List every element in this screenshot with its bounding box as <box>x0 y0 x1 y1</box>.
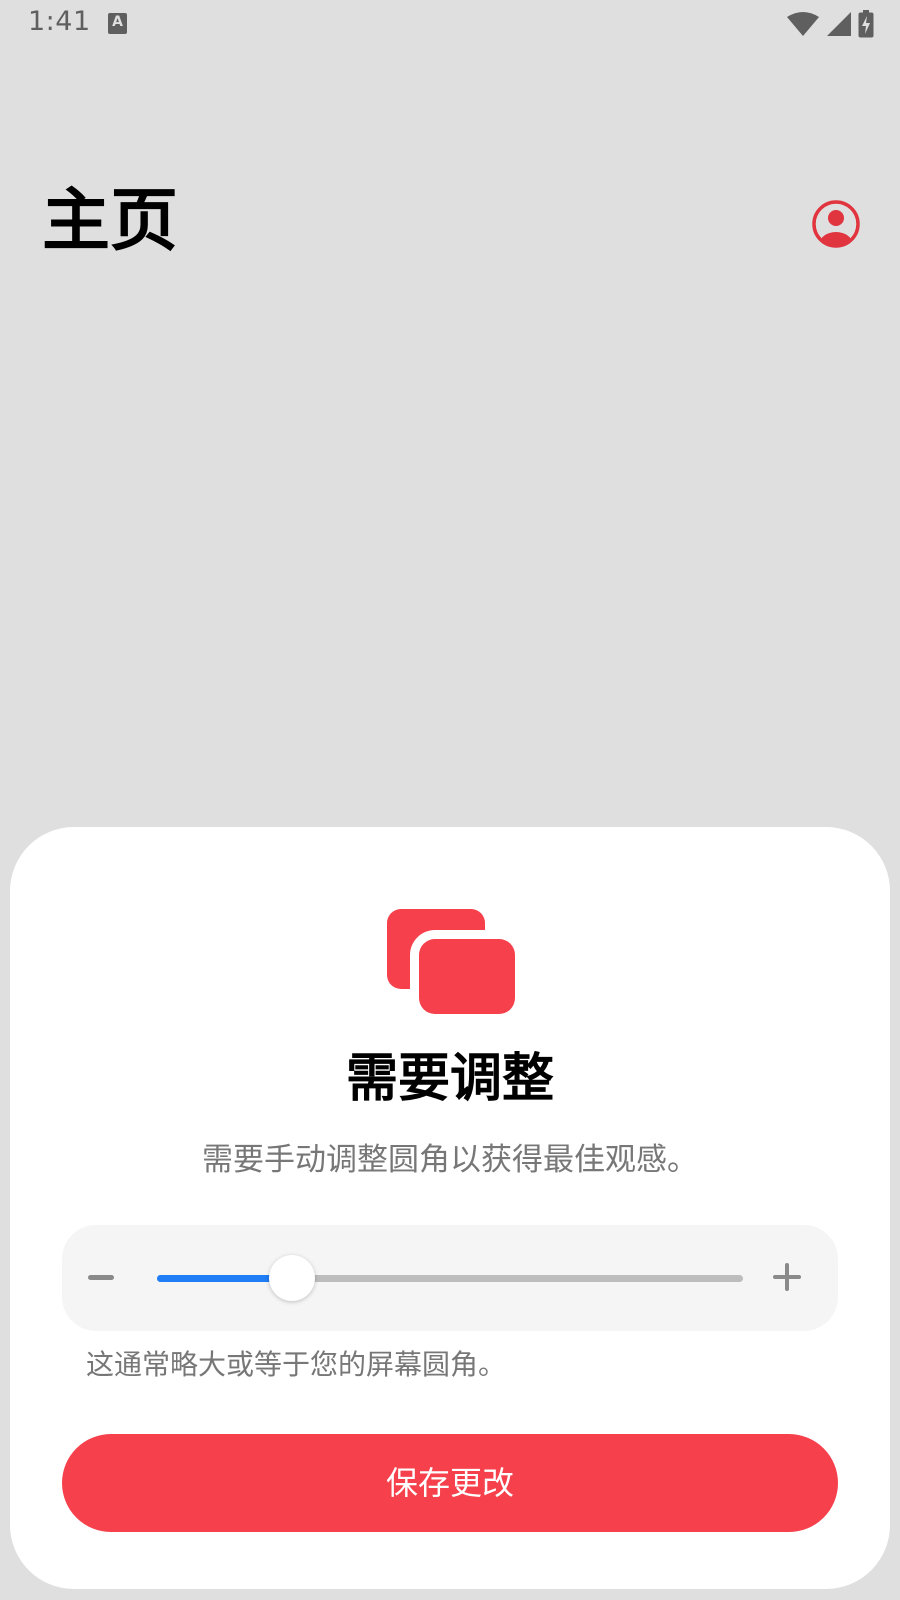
status-time: 1:41 <box>28 6 91 37</box>
hint-text: 这通常略大或等于您的屏幕圆角。 <box>86 1348 507 1381</box>
save-button[interactable]: 保存更改 <box>62 1434 838 1532</box>
sheet-title: 需要调整 <box>345 1049 554 1109</box>
page-title: 主页 <box>42 182 179 261</box>
status-bar: 1:41 A <box>0 0 900 52</box>
corner-radius-slider-card <box>62 1225 838 1331</box>
rounded-corners-icon-front <box>419 939 515 1014</box>
decrease-button[interactable] <box>82 1253 132 1303</box>
a-icon: A <box>108 13 127 34</box>
increase-button[interactable] <box>763 1253 813 1303</box>
minus-icon <box>88 1275 114 1280</box>
status-icons <box>786 10 874 38</box>
corner-radius-slider[interactable] <box>157 1255 743 1301</box>
account-button[interactable] <box>811 199 861 249</box>
cellular-signal-icon <box>826 11 852 37</box>
battery-charging-icon <box>858 10 874 38</box>
account-circle-icon <box>811 199 861 249</box>
wifi-icon <box>786 11 820 37</box>
slider-thumb[interactable] <box>268 1255 315 1301</box>
rounded-corners-icon <box>387 909 515 1014</box>
adjust-corners-sheet: 需要调整 需要手动调整圆角以获得最佳观感。 这通常略大或等于您的屏幕圆角。 保存… <box>10 827 890 1589</box>
sheet-description: 需要手动调整圆角以获得最佳观感。 <box>202 1142 698 1178</box>
